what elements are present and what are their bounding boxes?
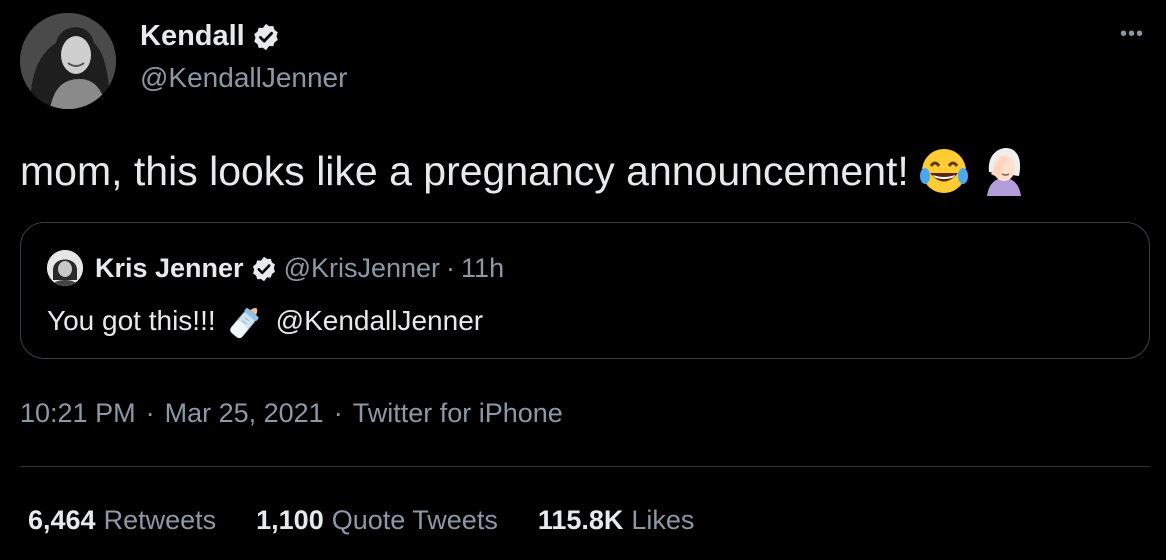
quote-tweets-label: Quote Tweets: [331, 505, 498, 535]
author-name[interactable]: Kendall: [140, 20, 281, 53]
verified-badge-icon: [252, 256, 275, 281]
tweet-time[interactable]: 10:21 PM: [20, 398, 136, 429]
more-options-icon[interactable]: •••: [1112, 22, 1152, 46]
quoted-tweet-text: You got this!!! @KendallJenner: [47, 301, 483, 341]
portrait-avatar-icon: [20, 13, 116, 109]
quoted-author-avatar[interactable]: [47, 250, 83, 286]
divider: [20, 466, 1150, 467]
retweets-stat[interactable]: 6,464 Retweets: [28, 505, 216, 536]
quote-tweets-stat[interactable]: 1,100 Quote Tweets: [256, 505, 498, 536]
author-name-text: Kendall: [140, 20, 245, 52]
quoted-tweet-header: Kris Jenner @KrisJenner · 11h: [95, 253, 504, 284]
likes-stat[interactable]: 115.8K Likes: [538, 505, 695, 536]
portrait-avatar-icon: [47, 250, 83, 286]
tweet: Kendall @KendallJenner ••• mom, this loo…: [0, 0, 1166, 560]
likes-count: 115.8K: [537, 505, 624, 535]
quoted-author-name[interactable]: Kris Jenner: [95, 253, 244, 284]
face-palm-icon: [986, 148, 1021, 196]
face-with-tears-of-joy-icon: [919, 149, 968, 193]
mention-link[interactable]: @KendallJenner: [276, 305, 483, 337]
baby-bottle-icon: [229, 307, 259, 339]
author-avatar[interactable]: [20, 13, 116, 109]
retweets-count: 6,464: [28, 505, 96, 535]
likes-label: Likes: [631, 505, 695, 535]
quote-tweets-count: 1,100: [256, 505, 324, 535]
verified-badge-icon: [254, 23, 278, 50]
retweets-label: Retweets: [103, 505, 217, 535]
author-handle[interactable]: @KendallJenner: [140, 62, 347, 94]
tweet-body: mom, this looks like a pregnancy announc…: [20, 147, 909, 194]
tweet-text: mom, this looks like a pregnancy announc…: [20, 146, 1029, 196]
tweet-meta: 10:21 PM · Mar 25, 2021 · Twitter for iP…: [20, 398, 563, 429]
quoted-tweet[interactable]: Kris Jenner @KrisJenner · 11h You got th…: [20, 222, 1150, 359]
quoted-author-handle[interactable]: @KrisJenner: [284, 253, 440, 284]
quoted-tweet-time[interactable]: 11h: [461, 253, 504, 284]
quoted-tweet-body: You got this!!!: [47, 305, 216, 336]
tweet-stats: 6,464 Retweets 1,100 Quote Tweets 115.8K…: [28, 505, 694, 536]
separator-dot: ·: [446, 253, 456, 283]
tweet-source[interactable]: Twitter for iPhone: [353, 398, 563, 429]
separator-dot: ·: [333, 398, 343, 428]
separator-dot: ·: [145, 398, 155, 428]
tweet-date[interactable]: Mar 25, 2021: [165, 398, 324, 429]
